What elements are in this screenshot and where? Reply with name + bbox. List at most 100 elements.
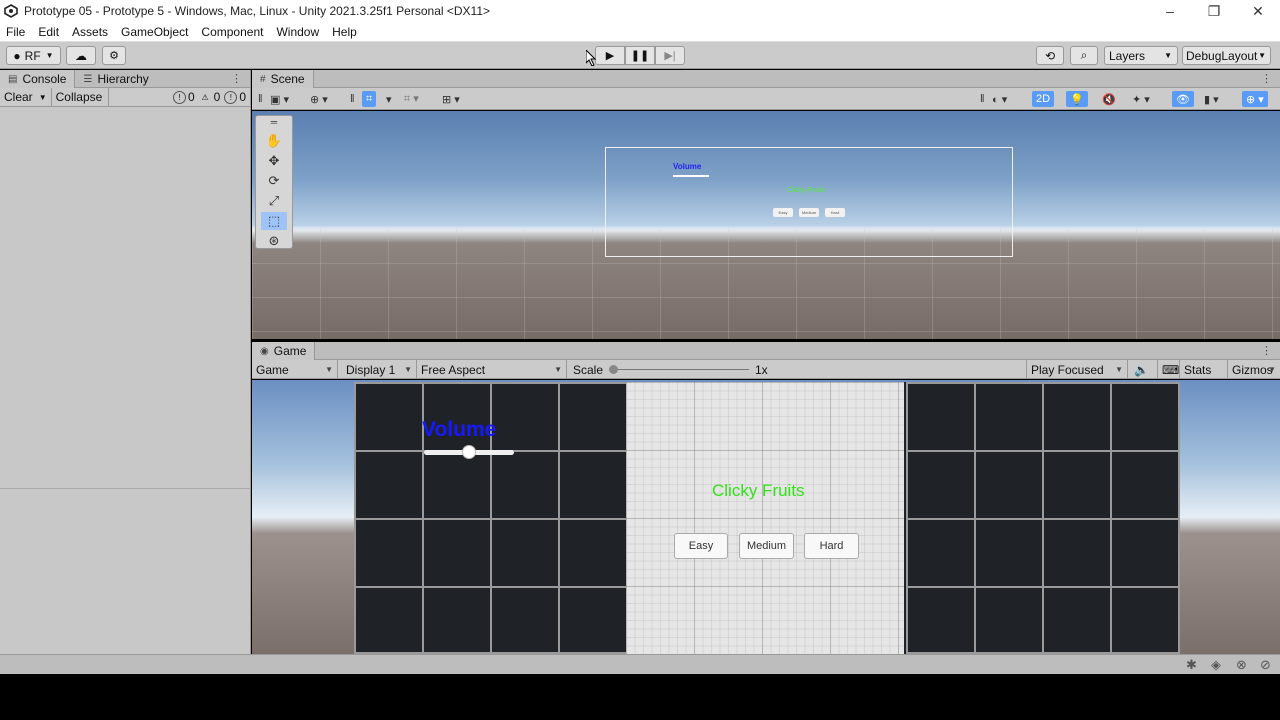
kebab-menu-icon[interactable]: ⋮ bbox=[1261, 72, 1272, 85]
game-view[interactable]: Volume Clicky Fruits Easy Medium Hard bbox=[252, 380, 1280, 654]
chevron-down-icon: ▼ bbox=[325, 365, 333, 374]
menu-assets[interactable]: Assets bbox=[72, 25, 108, 39]
display-dropdown[interactable]: Display 1 ▼ bbox=[342, 360, 417, 379]
maximize-button[interactable]: ❐ bbox=[1192, 0, 1236, 22]
scale-slider-thumb[interactable] bbox=[609, 365, 618, 374]
warning-icon: ⚠ bbox=[201, 92, 209, 102]
check-icon[interactable]: ⊘ bbox=[1260, 657, 1271, 673]
menu-gameobject[interactable]: GameObject bbox=[121, 25, 188, 39]
error-count-toggle[interactable]: ! 0 bbox=[172, 90, 195, 104]
camera-dropdown[interactable]: ▮ ▾ bbox=[1204, 91, 1219, 107]
tab-scene[interactable]: # Scene bbox=[252, 70, 314, 88]
gizmos-toggle[interactable]: ⊕ ▾ bbox=[1242, 91, 1268, 107]
chevron-down-icon[interactable]: ▾ bbox=[386, 91, 392, 107]
ui-canvas-bounds[interactable]: Volume Clicky Fruits Easy Medium Hard bbox=[605, 147, 1013, 257]
aspect-dropdown[interactable]: Free Aspect ▼ bbox=[417, 360, 567, 379]
kebab-menu-icon[interactable]: ⋮ bbox=[1261, 344, 1272, 357]
hand-tool-icon[interactable]: ✋ bbox=[261, 132, 287, 150]
scene-hard-button: Hard bbox=[825, 208, 845, 217]
hidden-objects-toggle[interactable]: 👁 bbox=[1172, 91, 1194, 107]
transform-tool-icon[interactable]: ⊛ bbox=[261, 232, 287, 250]
menu-bar: File Edit Assets GameObject Component Wi… bbox=[0, 22, 1280, 42]
tab-game[interactable]: ◉ Game bbox=[252, 342, 316, 360]
scene-volume-slider bbox=[673, 175, 709, 177]
drag-handle-icon: ‖ bbox=[258, 93, 263, 105]
move-tool-icon[interactable]: ✥ bbox=[261, 152, 287, 170]
collapse-button[interactable]: Collapse bbox=[52, 87, 109, 107]
volume-slider[interactable] bbox=[424, 445, 514, 459]
hierarchy-icon: ☰ bbox=[83, 73, 93, 85]
console-detail-divider[interactable] bbox=[0, 488, 251, 489]
shortcuts-toggle[interactable]: ⌨ bbox=[1158, 360, 1180, 379]
game-toolbar: Game ▼ Display 1 ▼ Free Aspect ▼ Scale 1… bbox=[252, 360, 1280, 379]
mode-2d-toggle[interactable]: 2D bbox=[1032, 91, 1055, 107]
menu-window[interactable]: Window bbox=[276, 25, 319, 39]
rect-tool-icon[interactable]: ⬚ bbox=[261, 212, 287, 230]
gizmos-dropdown[interactable]: Gizmos ▼ bbox=[1228, 360, 1280, 379]
game-canvas: Volume Clicky Fruits Easy Medium Hard bbox=[354, 382, 1180, 654]
search-button[interactable]: ⌕ bbox=[1070, 46, 1098, 65]
scene-view[interactable]: ═ ✋ ✥ ⟳ ⤢ ⬚ ⊛ Volume Clicky Fruits Easy … bbox=[252, 111, 1280, 339]
chevron-down-icon: ▼ bbox=[1164, 51, 1172, 60]
medium-button[interactable]: Medium bbox=[739, 533, 794, 559]
chevron-down-icon: ▼ bbox=[1115, 365, 1123, 374]
tab-console[interactable]: ▤ Console bbox=[0, 70, 76, 88]
effects-dropdown[interactable]: ✦ ▾ bbox=[1132, 91, 1150, 107]
volume-slider-handle[interactable] bbox=[462, 445, 476, 459]
minimize-button[interactable]: – bbox=[1148, 0, 1192, 22]
pause-button[interactable]: ❚❚ bbox=[625, 46, 655, 65]
grid-icon: # bbox=[260, 73, 266, 85]
network-icon[interactable]: ⊗ bbox=[1236, 657, 1247, 673]
layers-status-icon[interactable]: ◈ bbox=[1211, 657, 1221, 673]
chevron-down-icon: ▼ bbox=[38, 92, 47, 102]
history-button[interactable]: ⟲ bbox=[1036, 46, 1064, 65]
grid-snap-toggle[interactable]: ⌗ bbox=[362, 91, 377, 107]
unity-logo-icon bbox=[4, 4, 18, 18]
step-button[interactable]: ▶| bbox=[655, 46, 685, 65]
gear-icon: ⚙ bbox=[109, 50, 119, 62]
mute-audio-toggle[interactable]: 🔈 bbox=[1130, 360, 1158, 379]
center-light-grid bbox=[626, 382, 904, 654]
cloud-button[interactable]: ☁ bbox=[66, 46, 96, 65]
easy-button[interactable]: Easy bbox=[674, 533, 728, 559]
audio-toggle[interactable]: 🔇 bbox=[1102, 91, 1116, 107]
collab-button[interactable]: ⚙ bbox=[102, 46, 126, 65]
shading-mode-dropdown[interactable]: ◐ ▾ bbox=[992, 91, 1007, 107]
clear-button[interactable]: Clear ▼ bbox=[0, 87, 52, 107]
game-title-text: Clicky Fruits bbox=[712, 481, 805, 500]
speaker-icon: 🔈 bbox=[1134, 362, 1149, 377]
info-count-toggle[interactable]: ! 0 bbox=[224, 90, 246, 104]
rotate-tool-icon[interactable]: ⟳ bbox=[261, 172, 287, 190]
account-dropdown[interactable]: ● RF ▼ bbox=[6, 46, 61, 65]
scale-slider-track[interactable] bbox=[609, 365, 749, 374]
play-button[interactable]: ▶ bbox=[595, 46, 625, 65]
view-mode-dropdown[interactable]: Game ▼ bbox=[252, 360, 338, 379]
menu-help[interactable]: Help bbox=[332, 25, 357, 39]
hard-button[interactable]: Hard bbox=[804, 533, 859, 559]
kebab-menu-icon[interactable]: ⋮ bbox=[231, 72, 242, 85]
scale-tool-icon[interactable]: ⤢ bbox=[261, 192, 287, 210]
stats-toggle[interactable]: Stats bbox=[1180, 360, 1228, 379]
scene-tab-bar: # Scene ⋮ bbox=[252, 70, 1280, 88]
menu-component[interactable]: Component bbox=[201, 25, 263, 39]
draw-mode-dropdown[interactable]: ▣ ▾ bbox=[270, 91, 289, 107]
menu-file[interactable]: File bbox=[6, 25, 25, 39]
chevron-down-icon: ▼ bbox=[1268, 365, 1276, 374]
palette-handle-icon: ═ bbox=[270, 117, 278, 127]
main-toolbar: ● RF ▼ ☁ ⚙ ▶ ❚❚ ▶| ⟲ ⌕ Layers ▼ DebugLay… bbox=[0, 42, 1280, 69]
lighting-toggle[interactable]: 💡 bbox=[1066, 91, 1088, 107]
warning-count-toggle[interactable]: ⚠ 0 bbox=[199, 90, 221, 104]
layout-dropdown[interactable]: DebugLayout ▼ bbox=[1182, 46, 1271, 65]
bug-icon[interactable]: ✱ bbox=[1186, 657, 1197, 673]
global-toggle[interactable]: ⊕ ▾ bbox=[310, 91, 328, 107]
console-icon: ▤ bbox=[8, 73, 18, 85]
grid-visibility-dropdown[interactable]: ⊞ ▾ bbox=[442, 91, 460, 107]
play-mode-dropdown[interactable]: Play Focused ▼ bbox=[1026, 360, 1128, 379]
window-title: Prototype 05 - Prototype 5 - Windows, Ma… bbox=[24, 4, 491, 18]
menu-edit[interactable]: Edit bbox=[38, 25, 59, 39]
close-button[interactable]: ✕ bbox=[1236, 0, 1280, 22]
snap-increment-button[interactable]: ⌗ ▾ bbox=[404, 91, 419, 107]
layers-dropdown[interactable]: Layers ▼ bbox=[1104, 46, 1178, 65]
tab-hierarchy[interactable]: ☰ Hierarchy bbox=[75, 70, 156, 88]
scene-medium-button: Medium bbox=[799, 208, 819, 217]
